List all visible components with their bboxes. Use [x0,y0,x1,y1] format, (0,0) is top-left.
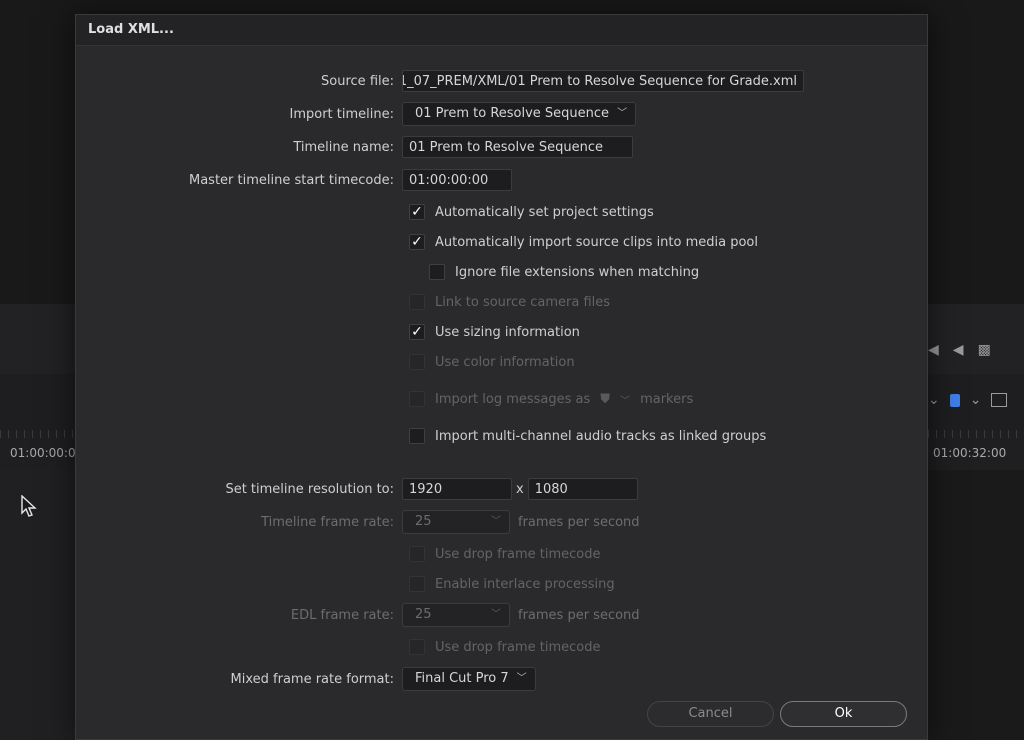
checkbox-box[interactable] [409,294,425,310]
checkbox-label: Use color information [435,354,575,370]
timeline-frame-rate-label: Timeline frame rate: [261,514,394,530]
edl-frame-rate-value: 25 [415,607,432,622]
checkbox-label: Import log messages as [435,391,591,407]
marker-color-icon[interactable]: ⛊ [600,392,610,407]
timeline-name-label: Timeline name: [293,139,394,155]
chevron-down-icon[interactable]: ⌄ [928,392,940,408]
clip-view-icon[interactable] [991,393,1008,407]
edl-drop-frame-checkbox[interactable]: Use drop frame timecode [409,636,600,658]
cancel-button[interactable]: Cancel [647,701,774,727]
checkmark-icon: ✓ [411,324,423,340]
checkbox-label: Use sizing information [435,324,580,340]
checkbox-box[interactable]: ✓ [409,204,425,220]
drop-frame-checkbox[interactable]: Use drop frame timecode [409,543,600,565]
fps-suffix: frames per second [518,607,640,623]
app-window: 01:00:00:00 01:00:32:00 ◀ ◀ ▩ ⌄ ⌄ Load X… [0,0,1024,740]
resolution-row: Set timeline resolution to: 1920 x 1080 [76,477,929,501]
prev-marker-icon[interactable]: ◀ [928,342,939,358]
checkbox-box[interactable] [409,428,425,444]
master-start-field[interactable]: 01:00:00:00 [402,169,512,191]
master-start-label: Master timeline start timecode: [188,172,394,188]
checkbox-label: Automatically import source clips into m… [435,234,759,250]
chevron-down-icon: ﹀ [491,516,501,527]
fps-suffix: frames per second [518,514,640,530]
auto-import-clips-checkbox[interactable]: ✓ Automatically import source clips into… [409,231,758,253]
chevron-down-icon: ﹀ [617,108,628,119]
checkbox-label: Use drop frame timecode [435,639,601,655]
mouse-cursor-icon [21,495,37,517]
resolution-separator: x [516,481,524,497]
checkbox-label: Import multi-channel audio tracks as lin… [435,428,767,444]
source-file-field[interactable]: 21_07_PREM/XML/01 Prem to Resolve Sequen… [402,70,804,92]
auto-project-settings-checkbox[interactable]: ✓ Automatically set project settings [409,201,654,223]
ok-button[interactable]: Ok [780,701,907,727]
chevron-down-icon[interactable]: ﹀ [620,392,630,407]
import-log-checkbox[interactable]: Import log messages as ⛊ ﹀ markers [409,388,693,410]
resolution-label: Set timeline resolution to: [225,481,394,497]
transport-icons: ◀ ◀ ▩ [928,342,991,358]
chevron-down-icon: ﹀ [491,609,501,620]
import-timeline-row: Import timeline: 01 Prem to Resolve Sequ… [76,102,929,126]
dialog-title: Load XML... [76,15,927,46]
source-file-row: Source file: 21_07_PREM/XML/01 Prem to R… [76,69,929,93]
mixed-format-dropdown[interactable]: Final Cut Pro 7 ﹀ [402,667,536,691]
resolution-width-field[interactable]: 1920 [402,478,512,500]
timeline-frame-rate-value: 25 [415,514,432,529]
checkbox-box[interactable] [409,391,425,407]
use-color-checkbox[interactable]: Use color information [409,351,575,373]
checkbox-box[interactable] [409,639,425,655]
source-file-label: Source file: [321,73,394,89]
timeline-frame-rate-row: Timeline frame rate: 25 ﹀ frames per sec… [76,510,929,534]
mixed-format-row: Mixed frame rate format: Final Cut Pro 7… [76,667,929,691]
link-camera-files-checkbox[interactable]: Link to source camera files [409,291,610,313]
checkbox-label: Enable interlace processing [435,576,615,592]
timeline-name-field[interactable]: 01 Prem to Resolve Sequence [402,136,633,158]
chevron-down-icon: ﹀ [516,673,527,684]
edl-frame-rate-dropdown[interactable]: 25 ﹀ [402,603,510,627]
checkbox-box[interactable] [409,546,425,562]
mixed-format-value: Final Cut Pro 7 [415,671,509,686]
timeline-name-row: Timeline name: 01 Prem to Resolve Sequen… [76,135,929,159]
checkbox-box[interactable]: ✓ [409,234,425,250]
ignore-extensions-checkbox[interactable]: Ignore file extensions when matching [429,261,699,283]
interlace-checkbox[interactable]: Enable interlace processing [409,573,615,595]
load-xml-dialog: Load XML... Source file: 21_07_PREM/XML/… [75,14,928,740]
step-back-icon[interactable]: ◀ [953,342,964,358]
markers-label: markers [640,391,694,407]
import-timeline-dropdown[interactable]: 01 Prem to Resolve Sequence ﹀ [402,102,637,126]
import-timeline-value: 01 Prem to Resolve Sequence [415,106,610,121]
checkbox-box[interactable]: ✓ [409,324,425,340]
edl-frame-rate-row: EDL frame rate: 25 ﹀ frames per second [76,603,929,627]
flag-controls: ⌄ ⌄ [928,392,1008,408]
import-timeline-label: Import timeline: [289,106,395,122]
timeline-frame-rate-dropdown[interactable]: 25 ﹀ [402,510,510,534]
flag-icon[interactable] [949,393,960,407]
resolution-height-field[interactable]: 1080 [527,478,638,500]
mixed-format-label: Mixed frame rate format: [230,671,394,687]
checkbox-box[interactable] [409,354,425,370]
checkmark-icon: ✓ [411,234,423,250]
checkbox-label: Link to source camera files [435,294,611,310]
use-sizing-checkbox[interactable]: ✓ Use sizing information [409,321,580,343]
checkbox-label: Use drop frame timecode [435,546,601,562]
stop-icon[interactable]: ▩ [978,342,991,358]
timecode-ruler-label: 01:00:32:00 [933,446,1007,460]
checkmark-icon: ✓ [411,204,423,220]
timecode-start-label: 01:00:00:00 [10,446,84,460]
edl-frame-rate-label: EDL frame rate: [290,607,394,623]
checkbox-label: Ignore file extensions when matching [455,264,700,280]
chevron-down-icon[interactable]: ⌄ [970,392,982,408]
multichannel-audio-checkbox[interactable]: Import multi-channel audio tracks as lin… [409,425,766,447]
checkbox-box[interactable] [429,264,445,280]
checkbox-label: Automatically set project settings [435,204,654,220]
master-start-row: Master timeline start timecode: 01:00:00… [76,168,929,192]
checkbox-box[interactable] [409,576,425,592]
